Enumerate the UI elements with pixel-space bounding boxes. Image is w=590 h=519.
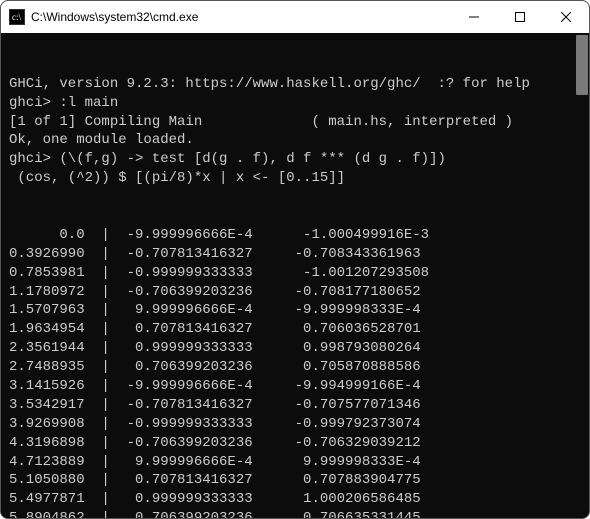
minimize-button[interactable] — [451, 1, 497, 33]
titlebar[interactable]: c:\ C:\Windows\system32\cmd.exe — [1, 1, 589, 33]
table-row: 5.1050880 | 0.707813416327 0.70788390477… — [9, 471, 581, 490]
table-row: 2.3561944 | 0.999999333333 0.99879308026… — [9, 339, 581, 358]
table-row: 5.4977871 | 0.999999333333 1.00020658648… — [9, 490, 581, 509]
table-row: 3.1415926 | -9.999996666E-4 -9.994999166… — [9, 377, 581, 396]
table-row: 4.3196898 | -0.706399203236 -0.706329039… — [9, 434, 581, 453]
scrollbar[interactable] — [575, 33, 589, 518]
terminal-line: ghci> :l main — [9, 94, 581, 113]
table-row: 4.7123889 | 9.999996666E-4 9.999998333E-… — [9, 453, 581, 472]
terminal-line: ghci> (\(f,g) -> test [d(g . f), d f ***… — [9, 150, 581, 169]
table-row: 3.5342917 | -0.707813416327 -0.707577071… — [9, 396, 581, 415]
table-row: 1.1780972 | -0.706399203236 -0.708177180… — [9, 283, 581, 302]
table-row: 1.9634954 | 0.707813416327 0.70603652870… — [9, 320, 581, 339]
terminal-line: [1 of 1] Compiling Main ( main.hs, inter… — [9, 113, 581, 132]
cmd-icon: c:\ — [9, 9, 25, 25]
table-row: 1.5707963 | 9.999996666E-4 -9.999998333E… — [9, 301, 581, 320]
terminal-output[interactable]: GHCi, version 9.2.3: https://www.haskell… — [1, 33, 589, 518]
window-title: C:\Windows\system32\cmd.exe — [31, 10, 451, 24]
table-row: 2.7488935 | 0.706399203236 0.70587088858… — [9, 358, 581, 377]
maximize-button[interactable] — [497, 1, 543, 33]
terminal-line: (cos, (^2)) $ [(pi/8)*x | x <- [0..15]] — [9, 169, 581, 188]
table-row: 0.3926990 | -0.707813416327 -0.708343361… — [9, 245, 581, 264]
table-row: 0.0 | -9.999996666E-4 -1.000499916E-3 — [9, 226, 581, 245]
terminal-line: Ok, one module loaded. — [9, 131, 581, 150]
table-row: 0.7853981 | -0.999999333333 -1.001207293… — [9, 264, 581, 283]
close-button[interactable] — [543, 1, 589, 33]
table-row: 5.8904862 | 0.706399203236 0.70663533144… — [9, 509, 581, 518]
scrollbar-thumb[interactable] — [576, 35, 588, 95]
terminal-line: GHCi, version 9.2.3: https://www.haskell… — [9, 75, 581, 94]
table-row: 3.9269908 | -0.999999333333 -0.999792373… — [9, 415, 581, 434]
window-controls — [451, 1, 589, 33]
cmd-window: c:\ C:\Windows\system32\cmd.exe GHCi, ve… — [0, 0, 590, 519]
svg-text:c:\: c:\ — [12, 12, 21, 22]
